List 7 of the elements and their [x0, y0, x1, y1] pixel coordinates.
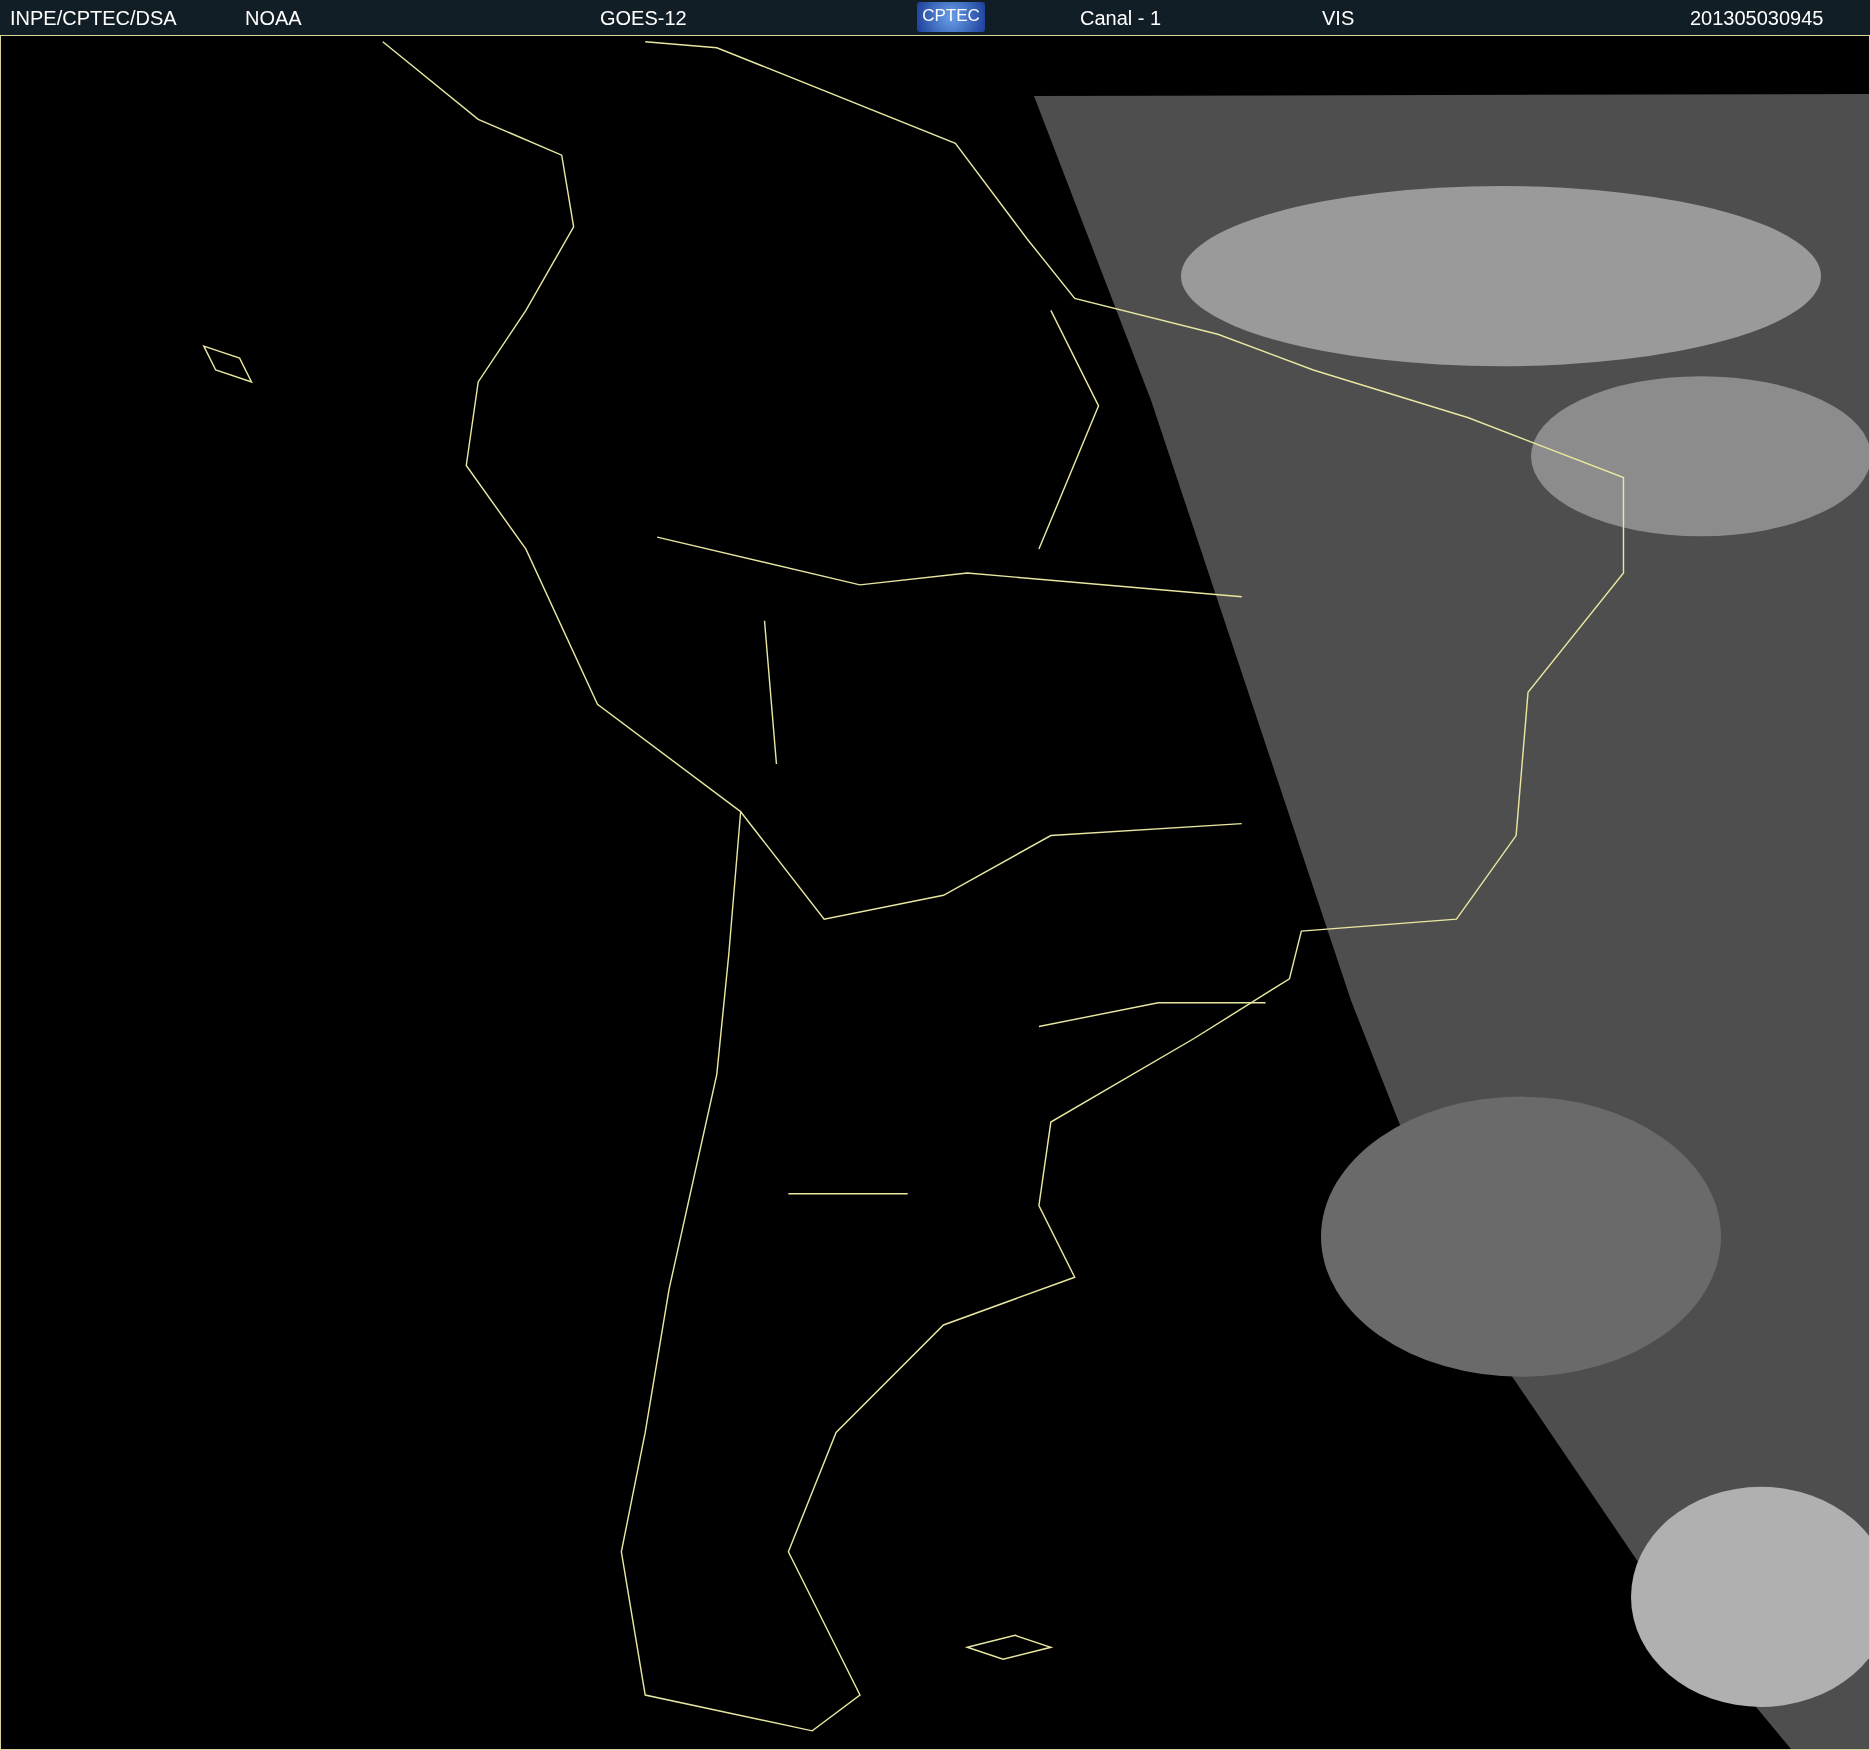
header-text: NOAA [245, 6, 302, 30]
header-text: INPE/CPTEC/DSA [10, 6, 177, 30]
logo: CPTEC [917, 2, 985, 32]
header-text: GOES-12 [600, 6, 687, 30]
header-text: 201305030945 [1690, 6, 1824, 30]
header-text: VIS [1322, 6, 1355, 30]
header-text: Canal - 1 [1080, 6, 1162, 30]
